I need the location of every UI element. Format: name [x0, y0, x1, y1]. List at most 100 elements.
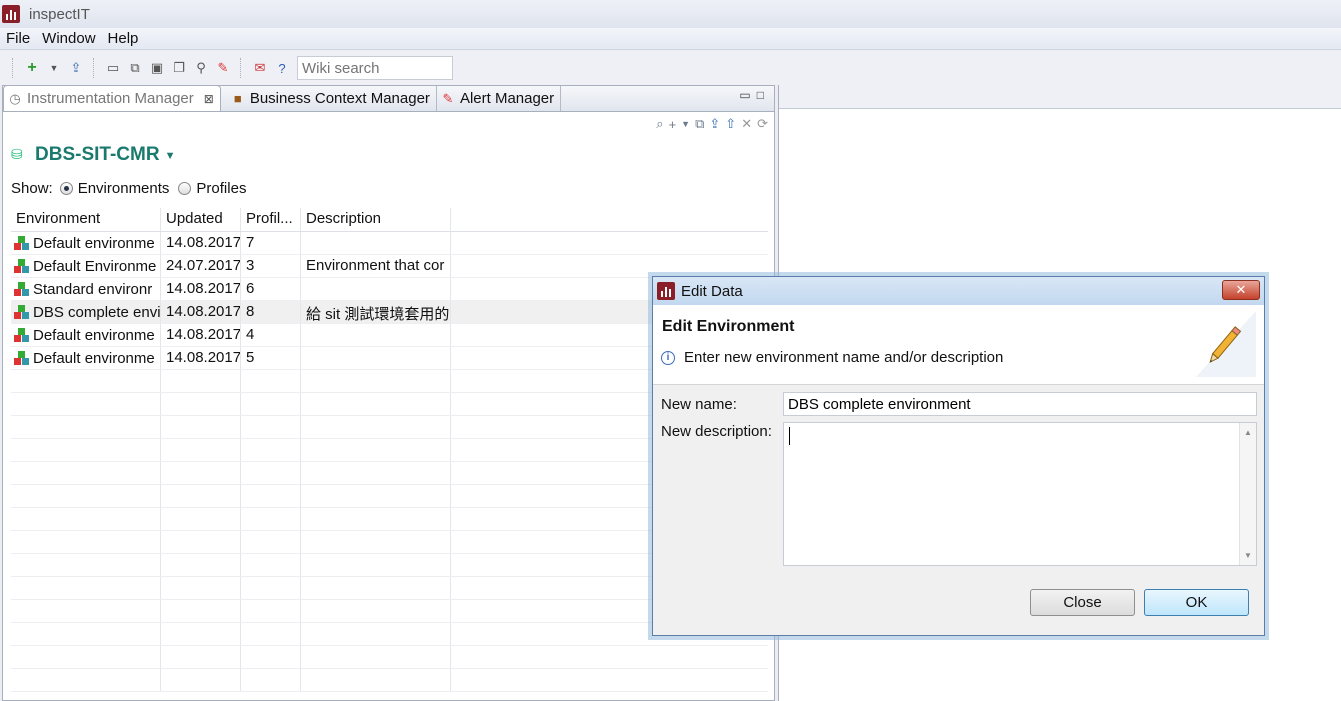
- briefcase-icon: ■: [233, 91, 242, 106]
- updated-cell: [161, 623, 241, 645]
- description-cell: [301, 646, 451, 668]
- environment-cell: [11, 393, 161, 415]
- updated-cell: 14.08.2017: [161, 301, 241, 323]
- updated-cell: [161, 370, 241, 392]
- environment-name: DBS complete envi: [33, 303, 161, 321]
- add-icon[interactable]: +: [669, 117, 677, 132]
- empty-cell: [451, 646, 768, 668]
- updated-cell: 14.08.2017: [161, 347, 241, 369]
- environment-cell: [11, 646, 161, 668]
- help-icon[interactable]: ?: [273, 59, 291, 77]
- updated-cell: [161, 577, 241, 599]
- environment-cubes-icon: [14, 350, 30, 366]
- scroll-up-icon[interactable]: ▲: [1244, 428, 1252, 437]
- environment-name: Default environme: [33, 326, 155, 344]
- column-header-environment[interactable]: Environment: [11, 208, 161, 231]
- description-scrollbar[interactable]: ▲ ▼: [1239, 423, 1256, 565]
- table-row: [11, 646, 768, 669]
- close-button[interactable]: Close: [1030, 589, 1135, 616]
- window-titlebar: inspectIT: [0, 0, 1341, 28]
- profiles-cell: [241, 393, 301, 415]
- save-all-icon[interactable]: ❐: [170, 59, 188, 77]
- table-row[interactable]: Default Environme 24.07.2017 3 Environment …: [11, 255, 768, 278]
- save-icon[interactable]: ▣: [148, 59, 166, 77]
- dropdown-arrow-icon[interactable]: ▼: [45, 59, 63, 77]
- environment-name: Default environme: [33, 234, 155, 252]
- tab-alert-manager[interactable]: ✎ Alert Manager: [437, 86, 562, 111]
- updated-cell: 14.08.2017: [161, 324, 241, 346]
- environments-radio[interactable]: [59, 182, 73, 195]
- editor-tab-strip: [779, 85, 1341, 109]
- profiles-radio-label[interactable]: Profiles: [196, 180, 246, 197]
- description-cell: [301, 370, 451, 392]
- alarm-icon[interactable]: ✎: [214, 59, 232, 77]
- tab-business-context-manager[interactable]: ■ Business Context Manager: [227, 86, 437, 111]
- toolbar-separator: [12, 58, 15, 78]
- search-icon[interactable]: ⌕: [656, 116, 663, 132]
- tab-label: Alert Manager: [459, 90, 555, 107]
- import-icon[interactable]: ⇪: [67, 59, 85, 77]
- mail-icon[interactable]: ✉: [251, 59, 269, 77]
- description-cell: [301, 416, 451, 438]
- view-toolbar: ⌕ + ▼ ⧉ ⇪ ⇧ ✕ ⟳: [3, 112, 774, 136]
- table-row[interactable]: Default environme 14.08.2017 7: [11, 232, 768, 255]
- inspectit-app-icon: [2, 5, 20, 23]
- minimize-maximize-icon[interactable]: ▭□: [739, 88, 770, 102]
- window-icon[interactable]: ▭: [104, 59, 122, 77]
- dialog-close-icon[interactable]: ✕: [1222, 280, 1260, 300]
- column-header-description[interactable]: Description: [301, 208, 451, 231]
- close-icon[interactable]: ⊠: [204, 92, 214, 106]
- profiles-cell: 6: [241, 278, 301, 300]
- updated-cell: 24.07.2017: [161, 255, 241, 277]
- profiles-cell: [241, 531, 301, 553]
- dropdown-arrow-icon[interactable]: ▼: [681, 119, 690, 129]
- window-title: inspectIT: [29, 5, 90, 23]
- environment-header[interactable]: ⛁ DBS-SIT-CMR ▼: [11, 144, 175, 166]
- environment-cubes-icon: [14, 235, 30, 251]
- updated-cell: [161, 485, 241, 507]
- environment-cell: [11, 462, 161, 484]
- profiles-cell: [241, 508, 301, 530]
- environment-cell: [11, 600, 161, 622]
- environment-cubes-icon: [14, 258, 30, 274]
- main-toolbar: + ▼ ⇪ ▭ ⧉ ▣ ❐ ⚲ ✎ ✉ ?: [0, 51, 1341, 85]
- menu-window[interactable]: Window: [36, 30, 101, 47]
- new-name-field[interactable]: [783, 392, 1257, 416]
- profiles-radio[interactable]: [178, 182, 192, 195]
- pencil-icon: [1196, 311, 1256, 377]
- menu-file[interactable]: File: [0, 30, 36, 47]
- show-label: Show:: [11, 180, 53, 197]
- cmr-name: DBS-SIT-CMR: [35, 144, 160, 165]
- chevron-down-icon[interactable]: ▼: [165, 150, 176, 162]
- description-cell: [301, 393, 451, 415]
- scroll-down-icon[interactable]: ▼: [1244, 551, 1252, 560]
- compass-icon: ◷: [9, 90, 21, 106]
- environments-radio-label[interactable]: Environments: [78, 180, 170, 197]
- environment-name: Default environme: [33, 349, 155, 367]
- empty-cell: [451, 232, 768, 254]
- profiles-cell: [241, 646, 301, 668]
- add-icon[interactable]: +: [23, 59, 41, 77]
- wiki-search-input[interactable]: [297, 56, 453, 80]
- environment-cell: [11, 577, 161, 599]
- duplicate-icon[interactable]: ⧉: [695, 116, 704, 132]
- import-icon[interactable]: ⇪: [709, 116, 720, 132]
- delete-icon[interactable]: ✕: [741, 116, 752, 132]
- view-tab-bar: ◷ Instrumentation Manager ⊠ ■ Business C…: [3, 85, 774, 112]
- column-header-updated[interactable]: Updated: [161, 208, 241, 231]
- environment-cell: [11, 508, 161, 530]
- tab-label: Business Context Manager: [249, 90, 430, 107]
- export-icon[interactable]: ⇧: [725, 116, 736, 132]
- layout-icon[interactable]: ⧉: [126, 59, 144, 77]
- refresh-icon[interactable]: ⟳: [757, 116, 768, 132]
- empty-cell: [451, 669, 768, 691]
- column-header-profiles[interactable]: Profil...: [241, 208, 301, 231]
- menu-help[interactable]: Help: [102, 30, 145, 47]
- tab-instrumentation-manager[interactable]: ◷ Instrumentation Manager ⊠: [3, 85, 221, 111]
- ok-button[interactable]: OK: [1144, 589, 1249, 616]
- profiles-cell: 3: [241, 255, 301, 277]
- description-cell: [301, 278, 451, 300]
- updated-cell: [161, 508, 241, 530]
- new-description-field[interactable]: ▲ ▼: [783, 422, 1257, 566]
- search-icon[interactable]: ⚲: [192, 59, 210, 77]
